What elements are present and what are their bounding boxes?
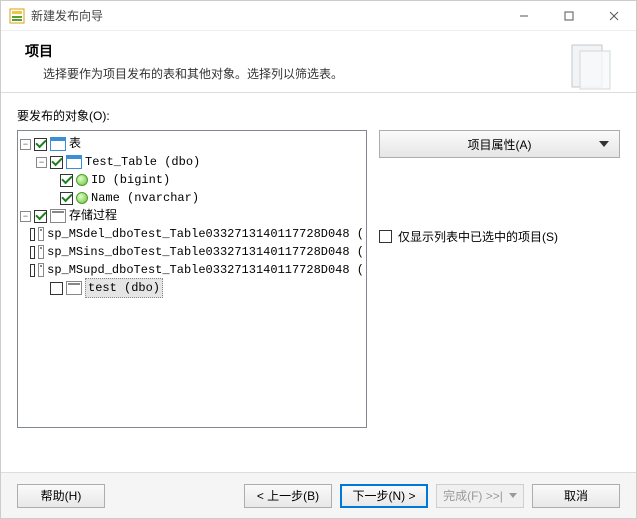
tree-node-proc-msupd[interactable]: sp_MSupd_dboTest_Table0332713140117728D0…: [20, 261, 364, 279]
checkbox[interactable]: [30, 228, 35, 241]
only-selected-label: 仅显示列表中已选中的项目(S): [398, 228, 558, 245]
right-panel: 项目属性(A) 仅显示列表中已选中的项目(S): [379, 130, 620, 428]
button-label: 项目属性(A): [468, 136, 532, 153]
button-label: 完成(F) >>|: [443, 487, 503, 504]
button-label: 取消: [564, 487, 588, 504]
proc-icon: [38, 245, 44, 259]
minimize-button[interactable]: [501, 1, 546, 31]
checkbox[interactable]: [34, 138, 47, 151]
only-selected-checkbox-row: 仅显示列表中已选中的项目(S): [379, 228, 620, 245]
tree-node-procs[interactable]: − 存储过程: [20, 207, 364, 225]
tree-node-proc-msins[interactable]: sp_MSins_dboTest_Table0332713140117728D0…: [20, 243, 364, 261]
chevron-down-icon: [509, 493, 517, 498]
checkbox[interactable]: [50, 156, 63, 169]
collapse-icon[interactable]: −: [20, 211, 31, 222]
column-icon: [76, 192, 88, 204]
proc-icon: [38, 263, 44, 277]
page-subtitle: 选择要作为项目发布的表和其他对象。选择列以筛选表。: [25, 65, 566, 82]
tree-node-proc-msdel[interactable]: sp_MSdel_dboTest_Table0332713140117728D0…: [20, 225, 364, 243]
tree-label: Name (nvarchar): [91, 189, 199, 207]
tree-label: sp_MSins_dboTest_Table0332713140117728D0…: [47, 243, 364, 261]
objects-prompt: 要发布的对象(O):: [17, 107, 620, 124]
tree-label: sp_MSdel_dboTest_Table0332713140117728D0…: [47, 225, 364, 243]
tree-label: Test_Table (dbo): [85, 153, 200, 171]
finish-button: 完成(F) >>|: [436, 484, 524, 508]
next-button[interactable]: 下一步(N) >: [340, 484, 428, 508]
titlebar: 新建发布向导: [1, 1, 636, 31]
table-icon: [66, 155, 82, 169]
tree-node-tables[interactable]: − 表: [20, 135, 364, 153]
tree-label: 表: [69, 135, 81, 153]
wizard-footer: 帮助(H) < 上一步(B) 下一步(N) > 完成(F) >>| 取消: [1, 472, 636, 518]
button-label: < 上一步(B): [257, 487, 319, 504]
collapse-icon[interactable]: −: [20, 139, 31, 150]
objects-tree[interactable]: − 表 − Test_Table (dbo): [17, 130, 367, 428]
article-properties-button[interactable]: 项目属性(A): [379, 130, 620, 158]
chevron-down-icon: [599, 141, 609, 147]
close-button[interactable]: [591, 1, 636, 31]
maximize-button[interactable]: [546, 1, 591, 31]
checkbox[interactable]: [60, 174, 73, 187]
page-title: 项目: [25, 41, 566, 61]
tree-label: ID (bigint): [91, 171, 170, 189]
only-selected-checkbox[interactable]: [379, 230, 392, 243]
tree-node-test-table[interactable]: − Test_Table (dbo): [20, 153, 364, 171]
cancel-button[interactable]: 取消: [532, 484, 620, 508]
tree-label: 存储过程: [69, 207, 117, 225]
checkbox[interactable]: [30, 246, 35, 259]
window-controls: [501, 1, 636, 30]
tree-label: test (dbo): [85, 278, 163, 298]
collapse-icon[interactable]: −: [36, 157, 47, 168]
header-banner: 项目 选择要作为项目发布的表和其他对象。选择列以筛选表。: [1, 31, 636, 93]
proc-folder-icon: [50, 209, 66, 223]
tree-node-col-name[interactable]: Name (nvarchar): [20, 189, 364, 207]
table-folder-icon: [50, 137, 66, 151]
app-icon: [9, 8, 25, 24]
proc-icon: [66, 281, 82, 295]
proc-icon: [38, 227, 44, 241]
column-icon: [76, 174, 88, 186]
button-label: 帮助(H): [41, 487, 82, 504]
checkbox[interactable]: [30, 264, 35, 277]
tree-node-proc-test[interactable]: test (dbo): [20, 279, 364, 297]
tree-label: sp_MSupd_dboTest_Table0332713140117728D0…: [47, 261, 364, 279]
button-label: 下一步(N) >: [352, 487, 415, 504]
checkbox[interactable]: [34, 210, 47, 223]
checkbox[interactable]: [60, 192, 73, 205]
wizard-glass-icon: [566, 41, 616, 91]
checkbox[interactable]: [50, 282, 63, 295]
help-button[interactable]: 帮助(H): [17, 484, 105, 508]
back-button[interactable]: < 上一步(B): [244, 484, 332, 508]
window-title: 新建发布向导: [31, 7, 501, 24]
tree-node-col-id[interactable]: ID (bigint): [20, 171, 364, 189]
content-area: 要发布的对象(O): − 表 − Test_Tab: [1, 93, 636, 428]
